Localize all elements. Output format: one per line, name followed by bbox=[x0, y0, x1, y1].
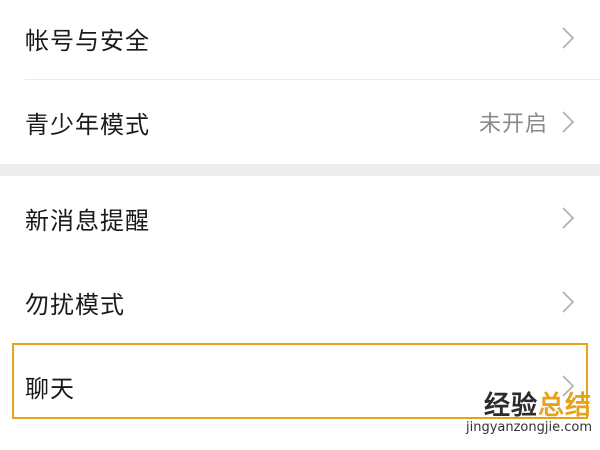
chevron-right-icon bbox=[562, 111, 574, 133]
settings-item-label: 新消息提醒 bbox=[25, 206, 150, 235]
settings-page: 帐号与安全 青少年模式 未开启 新消息提醒 勿扰模式 聊天 经验总结 jingy… bbox=[0, 0, 600, 446]
watermark-title-part2: 总结 bbox=[537, 391, 592, 421]
settings-group-account: 帐号与安全 青少年模式 未开启 bbox=[0, 0, 600, 164]
chevron-right-icon bbox=[562, 291, 574, 313]
watermark: 经验总结 jingyanzongjie.com bbox=[466, 392, 592, 436]
teen-mode-status: 未开启 bbox=[478, 112, 548, 137]
watermark-title: 经验总结 bbox=[466, 392, 592, 420]
chevron-right-icon bbox=[562, 27, 574, 49]
watermark-url: jingyanzongjie.com bbox=[465, 420, 592, 435]
settings-item-label: 勿扰模式 bbox=[25, 290, 125, 319]
settings-item-teen-mode[interactable]: 青少年模式 未开启 bbox=[0, 80, 600, 164]
settings-item-account-security[interactable]: 帐号与安全 bbox=[0, 0, 600, 80]
chevron-right-icon bbox=[562, 207, 574, 229]
watermark-title-part1: 经验 bbox=[483, 391, 538, 421]
settings-item-label: 帐号与安全 bbox=[25, 26, 150, 55]
settings-item-new-message-alerts[interactable]: 新消息提醒 bbox=[0, 176, 600, 260]
settings-item-do-not-disturb[interactable]: 勿扰模式 bbox=[0, 260, 600, 344]
settings-item-label: 青少年模式 bbox=[25, 110, 150, 139]
